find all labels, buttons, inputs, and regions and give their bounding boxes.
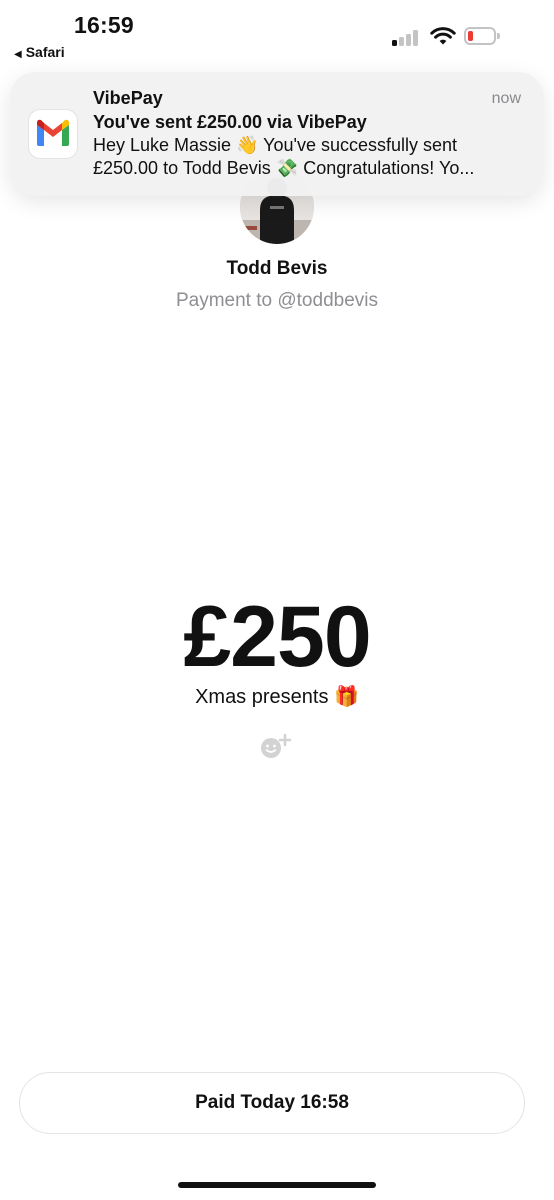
notification-body-line: Hey Luke Massie 👋 You've successfully se… (93, 135, 458, 155)
back-app-label: Safari (25, 44, 65, 60)
add-reaction-icon[interactable] (259, 732, 293, 760)
payment-amount: £250 (183, 589, 371, 685)
status-time: 16:59 (74, 12, 134, 38)
home-indicator[interactable] (178, 1182, 376, 1188)
notification-body: Hey Luke Massie 👋 You've successfully se… (93, 134, 525, 180)
battery-icon (464, 27, 500, 47)
payment-note: Xmas presents 🎁 (195, 686, 359, 708)
payment-status-label: Paid Today 16:58 (195, 1092, 349, 1113)
gmail-icon (29, 110, 77, 158)
notification-time: now (491, 90, 521, 107)
recipient-handle: Payment to @toddbevis (175, 290, 378, 311)
wifi-icon (430, 27, 456, 45)
notification-title: You've sent £250.00 via VibePay (93, 112, 367, 132)
back-to-app-link[interactable]: ◀ Safari (14, 44, 65, 60)
notification-body-line: £250.00 to Todd Bevis 💸 Congratulations!… (93, 158, 475, 178)
payment-status-pill[interactable]: Paid Today 16:58 (19, 1072, 525, 1134)
notification-app-name: VibePay (93, 88, 163, 108)
recipient-name: Todd Bevis (226, 258, 328, 279)
cellular-signal-icon (392, 30, 422, 46)
back-arrow-icon: ◀ (14, 49, 22, 60)
notification-banner[interactable]: VibePay now You've sent £250.00 via Vibe… (10, 72, 544, 196)
